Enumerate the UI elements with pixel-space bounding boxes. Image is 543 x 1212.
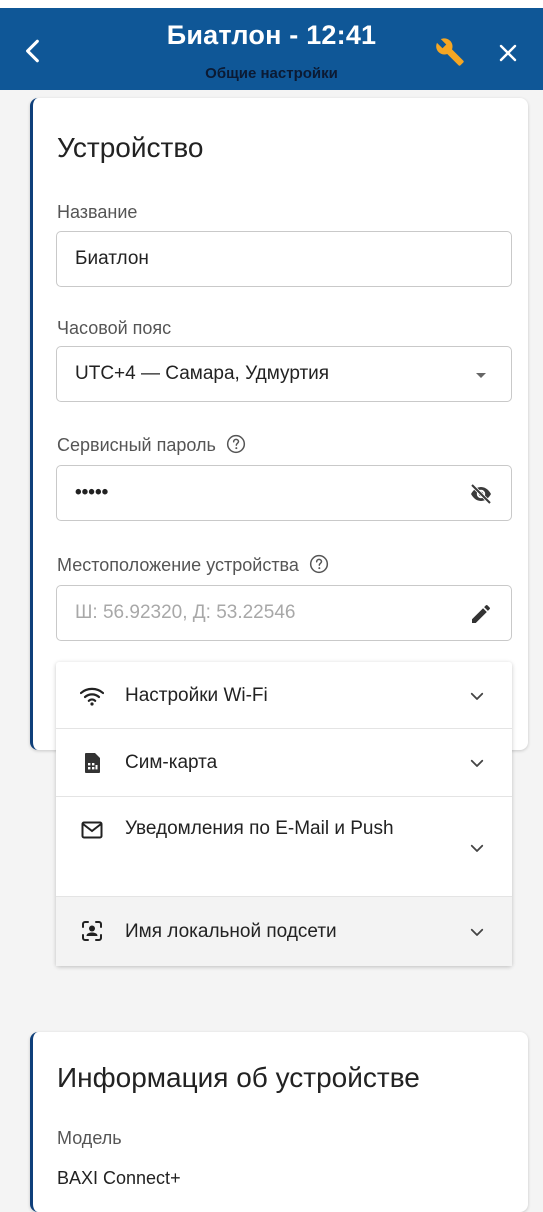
- location-input[interactable]: Ш: 56.92320, Д: 53.22546: [56, 585, 512, 641]
- help-icon[interactable]: [309, 554, 329, 574]
- chevron-down-icon: [470, 692, 484, 700]
- accordion-item-notifications[interactable]: Уведомления по E-Mail и Push: [56, 797, 512, 897]
- password-input-value: •••••: [75, 482, 109, 503]
- timezone-select-value: UTC+4 — Самара, Удмуртия: [75, 363, 330, 384]
- device-card: Устройство Название Биатлон Часовой пояс…: [30, 98, 528, 966]
- accordion-item-wifi[interactable]: Настройки Wi-Fi: [56, 662, 512, 729]
- location-label: Местоположение устройства: [57, 555, 299, 575]
- timezone-label: Часовой пояс: [57, 318, 172, 338]
- status-strip: [0, 0, 543, 8]
- wifi-icon: [80, 687, 104, 706]
- name-input[interactable]: Биатлон: [56, 231, 512, 287]
- model-label: Модель: [57, 1128, 122, 1148]
- name-label: Название: [57, 202, 138, 222]
- accordion-label-wifi: Настройки Wi-Fi: [125, 685, 268, 706]
- chevron-down-icon: [470, 928, 484, 936]
- accordion-item-sim[interactable]: Сим-карта: [56, 729, 512, 797]
- chevron-down-icon: [470, 759, 484, 767]
- eye-off-icon[interactable]: [469, 482, 493, 506]
- accordion-label-notifications: Уведомления по E-Mail и Push: [125, 818, 394, 839]
- info-section-title: Информация об устройстве: [57, 1062, 420, 1093]
- close-icon[interactable]: [496, 41, 520, 65]
- header-subtitle: Общие настройки: [205, 65, 338, 82]
- local-network-icon: [82, 921, 102, 941]
- device-section-title: Устройство: [57, 132, 204, 163]
- accordion-label-sim: Сим-карта: [125, 752, 218, 773]
- wrench-icon[interactable]: [435, 37, 465, 67]
- pencil-icon[interactable]: [469, 602, 493, 626]
- timezone-select[interactable]: UTC+4 — Самара, Удмуртия: [56, 346, 512, 402]
- name-input-value: Биатлон: [75, 248, 149, 269]
- app-header: Биатлон - 12:41 Общие настройки: [0, 8, 543, 90]
- password-input[interactable]: •••••: [56, 465, 512, 521]
- location-input-placeholder: Ш: 56.92320, Д: 53.22546: [75, 602, 296, 623]
- password-label: Сервисный пароль: [57, 435, 216, 455]
- dropdown-arrow-icon: [476, 373, 486, 378]
- accordion-label-local-network: Имя локальной подсети: [125, 921, 337, 942]
- location-label-row: Местоположение устройства: [57, 554, 329, 576]
- sim-card-icon: [85, 753, 100, 773]
- mail-icon: [81, 821, 103, 839]
- accordion-item-local-network[interactable]: Имя локальной подсети: [56, 897, 512, 966]
- chevron-down-icon: [470, 844, 484, 852]
- device-info-card: Информация об устройстве Модель BAXI Con…: [30, 1032, 528, 1212]
- help-icon[interactable]: [226, 434, 246, 454]
- settings-accordion: Настройки Wi-Fi Сим-карта Уведомления по…: [56, 662, 512, 966]
- model-value: BAXI Connect+: [57, 1168, 181, 1188]
- password-label-row: Сервисный пароль: [57, 434, 246, 456]
